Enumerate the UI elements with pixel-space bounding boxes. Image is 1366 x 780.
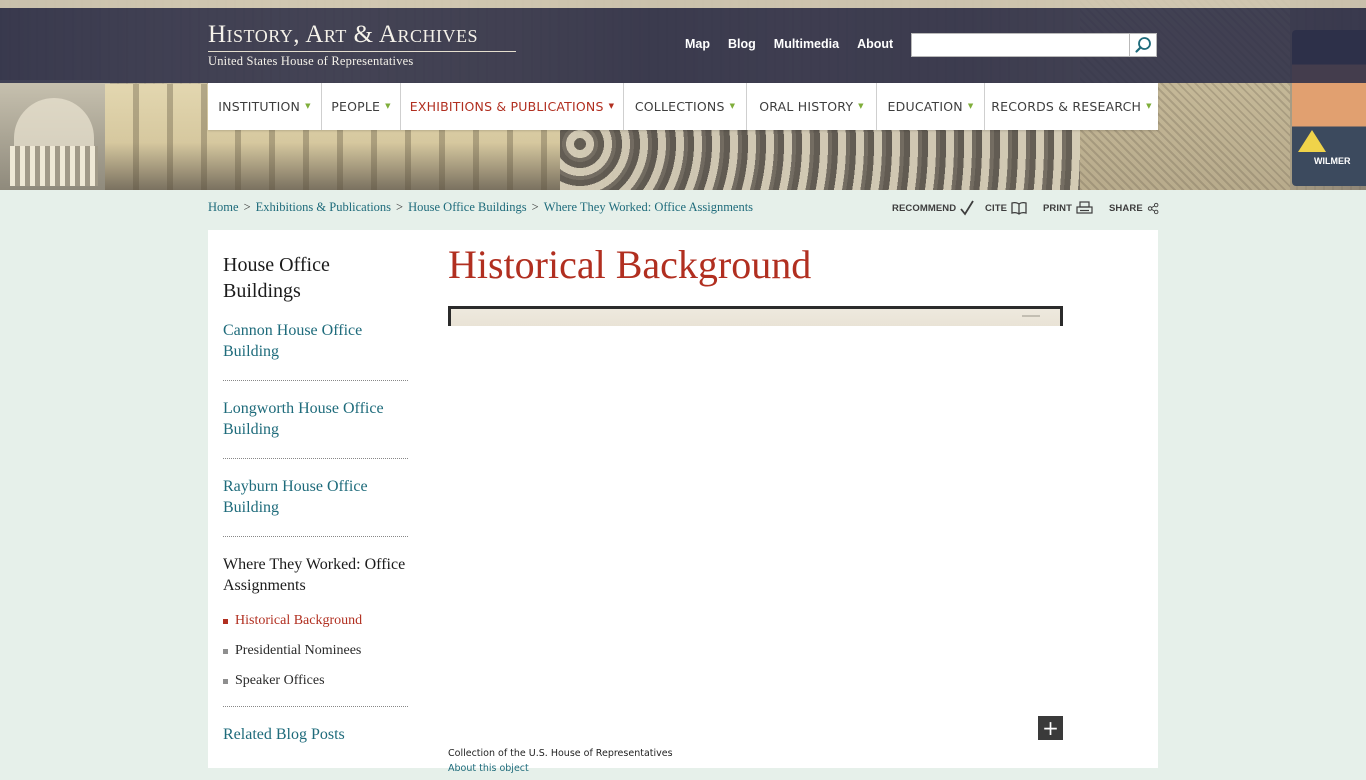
utility-nav: Map Blog Multimedia About — [685, 37, 893, 51]
nav-item-label: INSTITUTION — [218, 99, 301, 114]
nav-item-collections[interactable]: COLLECTIONS ▼ — [624, 83, 747, 130]
sidebar-item-related-blog-posts[interactable]: Related Blog Posts — [223, 724, 408, 745]
util-link-about[interactable]: About — [857, 37, 893, 51]
nav-item-institution[interactable]: INSTITUTION ▼ — [208, 83, 322, 130]
site-logo[interactable]: History, Art & Archives United States Ho… — [208, 22, 518, 69]
sidebar: House Office Buildings Cannon House Offi… — [223, 252, 408, 780]
nav-item-label: EDUCATION — [887, 99, 963, 114]
nav-item-education[interactable]: EDUCATION ▼ — [877, 83, 985, 130]
search-icon — [1135, 37, 1151, 53]
expand-image-button[interactable]: + — [1038, 716, 1063, 740]
breadcrumb: Home > Exhibitions & Publications > House Of… — [208, 200, 753, 215]
recommend-label: RECOMMEND — [892, 202, 957, 214]
bullet-icon — [223, 618, 228, 624]
top-bar — [0, 8, 1366, 83]
search-button[interactable] — [1129, 33, 1157, 57]
sidebar-item-longworth[interactable]: Longworth House Office Building — [223, 398, 408, 440]
breadcrumb-separator: > — [531, 200, 539, 214]
sidebar-item-cannon[interactable]: Cannon House Office Building — [223, 320, 408, 362]
sidebar-title: House Office Buildings — [223, 254, 330, 302]
recommend-button[interactable]: RECOMMEND — [892, 200, 985, 216]
nav-item-label: PEOPLE — [331, 99, 381, 114]
sidebar-section: Related Blog Posts — [223, 724, 408, 763]
cite-button[interactable]: CITE — [985, 200, 1043, 216]
bullet-icon — [223, 648, 228, 654]
subnav-item-label: Speaker Offices — [235, 673, 325, 688]
cap-badge-icon — [1298, 130, 1326, 152]
nav-item-exhibitions-publications[interactable]: EXHIBITIONS & PUBLICATIONS ▼ — [401, 83, 624, 130]
sidebar-section-current: Where They Worked: Office Assignments Hi… — [223, 554, 408, 707]
share-label: SHARE — [1109, 202, 1143, 214]
logo-divider — [208, 51, 516, 52]
util-link-map[interactable]: Map — [685, 37, 710, 51]
nav-item-label: ORAL HISTORY — [759, 99, 854, 114]
page-title: Historical Background — [448, 242, 812, 287]
sidebar-section: Longworth House Office Building — [223, 398, 408, 459]
util-link-multimedia[interactable]: Multimedia — [774, 37, 839, 51]
breadcrumb-exhibitions[interactable]: Exhibitions & Publications — [256, 200, 391, 214]
nav-item-label: RECORDS & RESEARCH — [991, 99, 1142, 114]
print-button[interactable]: PRINT — [1043, 200, 1109, 216]
chevron-down-icon: ▼ — [305, 101, 311, 110]
site-subtitle: United States House of Representatives — [208, 54, 414, 68]
subnav-item-label: Presidential Nominees — [235, 643, 362, 658]
breadcrumb-office-assignments[interactable]: Where They Worked: Office Assignments — [544, 200, 753, 214]
chevron-down-icon: ▼ — [1146, 101, 1152, 110]
subnav-item-presidential-nominees[interactable]: Presidential Nominees — [223, 636, 408, 666]
nav-item-records-research[interactable]: RECORDS & RESEARCH ▼ — [985, 83, 1158, 130]
search-box — [911, 33, 1157, 57]
subnav-item-historical-background[interactable]: Historical Background — [223, 606, 408, 636]
breadcrumb-separator: > — [396, 200, 404, 214]
capitol-dome-image — [0, 80, 110, 190]
checkmark-icon — [960, 200, 975, 216]
print-label: PRINT — [1043, 202, 1072, 214]
chevron-down-icon: ▼ — [858, 101, 864, 110]
sidebar-section: Cannon House Office Building — [223, 320, 408, 381]
nav-item-label: COLLECTIONS — [634, 99, 725, 114]
chevron-down-icon: ▼ — [608, 101, 615, 110]
nav-item-people[interactable]: PEOPLE ▼ — [322, 83, 401, 130]
subnav-item-speaker-offices[interactable]: Speaker Offices — [223, 666, 408, 696]
book-icon — [1011, 202, 1027, 215]
main-nav: INSTITUTION ▼ PEOPLE ▼ EXHIBITIONS & PUBLI… — [208, 83, 1158, 130]
share-icon — [1147, 202, 1159, 214]
document-image[interactable] — [448, 306, 1063, 326]
cite-label: CITE — [985, 202, 1008, 214]
content-card: House Office Buildings Cannon House Offi… — [208, 230, 1158, 774]
chevron-down-icon: ▼ — [385, 101, 391, 110]
share-button[interactable]: SHARE — [1109, 200, 1159, 216]
printer-icon — [1076, 201, 1093, 214]
card-name-label: WILMER — [1314, 156, 1351, 166]
chevron-down-icon: ▼ — [729, 101, 736, 110]
document-image-paper — [451, 309, 1060, 326]
top-strip — [0, 0, 1366, 8]
breadcrumb-house-office-buildings[interactable]: House Office Buildings — [408, 200, 527, 214]
nav-item-label: EXHIBITIONS & PUBLICATIONS — [409, 99, 604, 114]
page-tools: RECOMMEND CITE PRINT SHARE — [892, 200, 1159, 216]
sidebar-item-rayburn[interactable]: Rayburn House Office Building — [223, 476, 408, 518]
search-input[interactable] — [911, 33, 1129, 57]
breadcrumb-home[interactable]: Home — [208, 200, 239, 214]
util-link-blog[interactable]: Blog — [728, 37, 756, 51]
about-object-link[interactable]: About this object — [448, 763, 529, 774]
sidebar-subnav: Historical Background Presidential Nomin… — [223, 606, 408, 696]
breadcrumb-separator: > — [243, 200, 251, 214]
sidebar-section: Rayburn House Office Building — [223, 476, 408, 537]
sidebar-item-office-assignments[interactable]: Where They Worked: Office Assignments — [223, 554, 408, 596]
bullet-icon — [223, 678, 228, 684]
image-credit: Collection of the U.S. House of Represen… — [448, 748, 673, 759]
site-title: History, Art & Archives — [208, 21, 478, 48]
chevron-down-icon: ▼ — [967, 101, 974, 110]
subnav-item-label: Historical Background — [235, 613, 363, 628]
nav-item-oral-history[interactable]: ORAL HISTORY ▼ — [747, 83, 877, 130]
